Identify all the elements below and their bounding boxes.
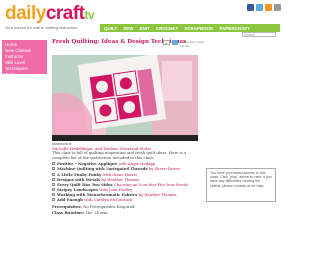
rss-icon[interactable] [265, 4, 272, 11]
checkbox-icon [52, 162, 55, 166]
checkbox-icon [52, 187, 55, 191]
logo-tv-text: tv [84, 8, 95, 22]
video-controls[interactable] [52, 135, 198, 141]
search-input[interactable]: Search [242, 32, 276, 37]
site-tagline: Your source for online crafting instruct… [5, 25, 78, 30]
nav-sew[interactable]: SEW [123, 26, 133, 31]
purchase-notice: You have purchased access to this class.… [206, 168, 276, 202]
site-logo[interactable]: dailycrafttv [5, 3, 95, 25]
class-meta: Prerequisites: No Prerequisites Required… [52, 204, 200, 215]
checkbox-icon [52, 177, 55, 181]
lesson-list: Positive - Negative Appliqué with Angie … [52, 161, 200, 202]
site-header: dailycrafttv Your source for online craf… [0, 0, 281, 38]
logo-craft-text: craft [45, 3, 85, 24]
logo-daily-text: daily [5, 3, 46, 24]
video-player[interactable] [52, 55, 198, 141]
prereq-label: Prerequisites: [52, 204, 82, 210]
sidebar-item-tools[interactable]: Tools [5, 72, 44, 78]
checkbox-icon [52, 198, 55, 202]
tweet-widget: 0 Be the first of your friends [163, 40, 210, 48]
checkbox-icon [52, 182, 55, 186]
runtime-label: Class Runtime: [52, 209, 85, 215]
lesson-item[interactable]: Add Enough with Carolyn McCormick [52, 197, 200, 202]
quilt-video-frame [52, 55, 198, 141]
tweet-text: Be the first of your friends [180, 40, 205, 48]
checkbox-icon [52, 167, 55, 171]
runtime-value: 1hr. 24 min. [85, 209, 109, 215]
sidebar-nav: Home New Classes Instructor Skill Level … [2, 40, 47, 77]
checkbox-icon [52, 172, 55, 176]
nav-scrapbook[interactable]: SCRAPBOOK [184, 26, 213, 31]
main-nav: QUILT SEW KNIT CROCHET SCRAPBOOK PAPERCR… [100, 24, 280, 32]
twitter-bird-icon[interactable] [172, 40, 178, 45]
nav-crochet[interactable]: CROCHET [156, 26, 178, 31]
tweet-count: 0 [163, 40, 170, 45]
facebook-icon[interactable] [247, 4, 254, 11]
email-icon[interactable] [274, 4, 281, 11]
nav-knit[interactable]: KNIT [139, 26, 150, 31]
social-links [247, 4, 281, 11]
class-description: Instructor Michelle Heffelfinger, and Da… [52, 141, 200, 215]
checkbox-icon [52, 192, 55, 196]
nav-papercraft[interactable]: PAPERCRAFT [219, 26, 249, 31]
nav-quilt[interactable]: QUILT [104, 26, 117, 31]
prereq-value: No Prerequisites Required. [83, 204, 136, 210]
twitter-icon[interactable] [256, 4, 263, 11]
intro-text: This class is full of quilting inspirati… [52, 150, 187, 160]
